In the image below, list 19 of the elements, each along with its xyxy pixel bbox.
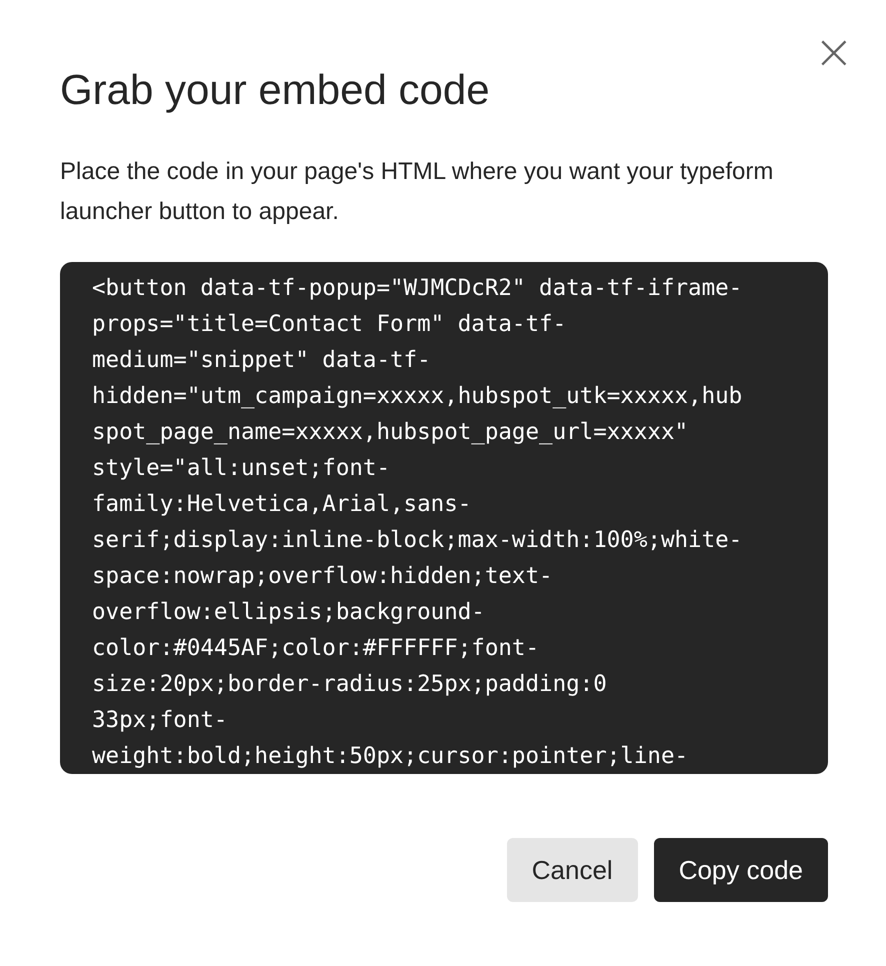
code-line: props="title=Contact Form" data-tf- (92, 310, 568, 339)
cancel-button[interactable]: Cancel (506, 838, 638, 902)
code-line: 33px;font- (92, 706, 228, 735)
code-line: family:Helvetica,Arial,sans- (92, 490, 472, 519)
code-line: hidden="utm_campaign=xxxxx,hubspot_utk=xxxxx,hub (92, 382, 744, 411)
code-line: space:nowrap;overflow:hidden;text- (92, 562, 554, 591)
description-text: Place the code in your page's HTML where you want your typeform launcher button to appear. (60, 157, 774, 227)
code-line: overflow:ellipsis;background- (92, 598, 486, 627)
code-line: spot_page_name=xxxxx,hubspot_page_url=xxxxx" (92, 418, 690, 447)
copy-code-button[interactable]: Copy code (654, 838, 828, 902)
code-line: <button data-tf-popup="WJMCDcR2" data-tf-iframe- (92, 274, 744, 303)
code-line: serif;display:inline-block;max-width:100%;white- (92, 526, 744, 555)
code-line: color:#0445AF;color:#FFFFFF;font- (92, 634, 540, 663)
code-line: size:20px;border-radius:25px;padding:0 (92, 670, 608, 699)
close-button[interactable]: × (810, 28, 858, 76)
dialog-title: Grab your embed code (60, 65, 491, 115)
code-line: weight:bold;height:50px;cursor:pointer;line- (92, 742, 690, 771)
code-line: medium="snippet" data-tf- (92, 346, 432, 375)
code-line: style="all:unset;font- (92, 454, 392, 483)
